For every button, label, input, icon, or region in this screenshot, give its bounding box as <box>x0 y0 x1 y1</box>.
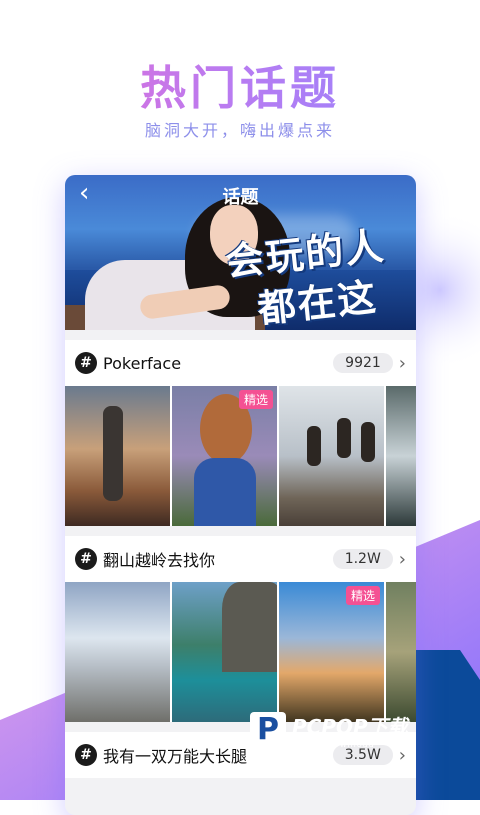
watermark-brand: PCPOP下载 <box>292 715 408 739</box>
thumbnail-figure <box>307 426 321 466</box>
topic-banner[interactable]: ‹ 话题 会玩的人 都在这儿 <box>65 175 416 330</box>
thumbnail-figure <box>103 406 123 501</box>
thumbnail-figure <box>361 422 375 462</box>
featured-tag: 精选 <box>238 390 273 409</box>
hashtag-icon: # <box>75 548 97 570</box>
topic-card[interactable]: # 翻山越岭去找你 1.2W › 精选 <box>65 536 416 722</box>
topic-thumbnail[interactable] <box>65 386 170 526</box>
watermark-sub: PCPOP Download <box>292 740 375 749</box>
thumbnail-rock <box>222 582 277 672</box>
pcpop-logo-icon: P <box>250 712 286 748</box>
topic-thumbnail[interactable]: 精选 <box>172 386 277 526</box>
promo-subline: 脑洞大开，嗨出爆点来 <box>144 121 335 140</box>
chevron-right-icon[interactable]: › <box>399 549 406 570</box>
topic-header[interactable]: # Pokerface 9921 › <box>65 340 416 386</box>
topic-card[interactable]: # Pokerface 9921 › 精选 <box>65 340 416 526</box>
topic-thumbnail[interactable] <box>386 386 416 526</box>
nav-title: 话题 <box>222 187 259 208</box>
topic-thumbnail[interactable] <box>279 386 384 526</box>
topic-name: Pokerface <box>103 353 182 373</box>
topic-thumbnail[interactable] <box>65 582 170 722</box>
hashtag-icon: # <box>75 744 97 766</box>
promo-headline: 热门话题 <box>0 52 480 118</box>
thumbnail-figure <box>337 418 351 458</box>
topic-thumbnails: 精选 <box>65 386 416 526</box>
chevron-right-icon[interactable]: › <box>399 353 406 374</box>
pcpop-watermark: P PCPOP下载 PCPOP Download <box>250 700 480 760</box>
hashtag-icon: # <box>75 352 97 374</box>
featured-tag: 精选 <box>345 586 380 605</box>
watermark-text: PCPOP下载 PCPOP Download <box>292 711 408 749</box>
topic-header[interactable]: # 翻山越岭去找你 1.2W › <box>65 536 416 582</box>
topic-count-badge: 9921 <box>333 353 393 373</box>
thumbnail-figure <box>194 458 256 526</box>
topic-name: 翻山越岭去找你 <box>103 551 216 570</box>
topic-count-badge: 1.2W <box>332 549 393 569</box>
